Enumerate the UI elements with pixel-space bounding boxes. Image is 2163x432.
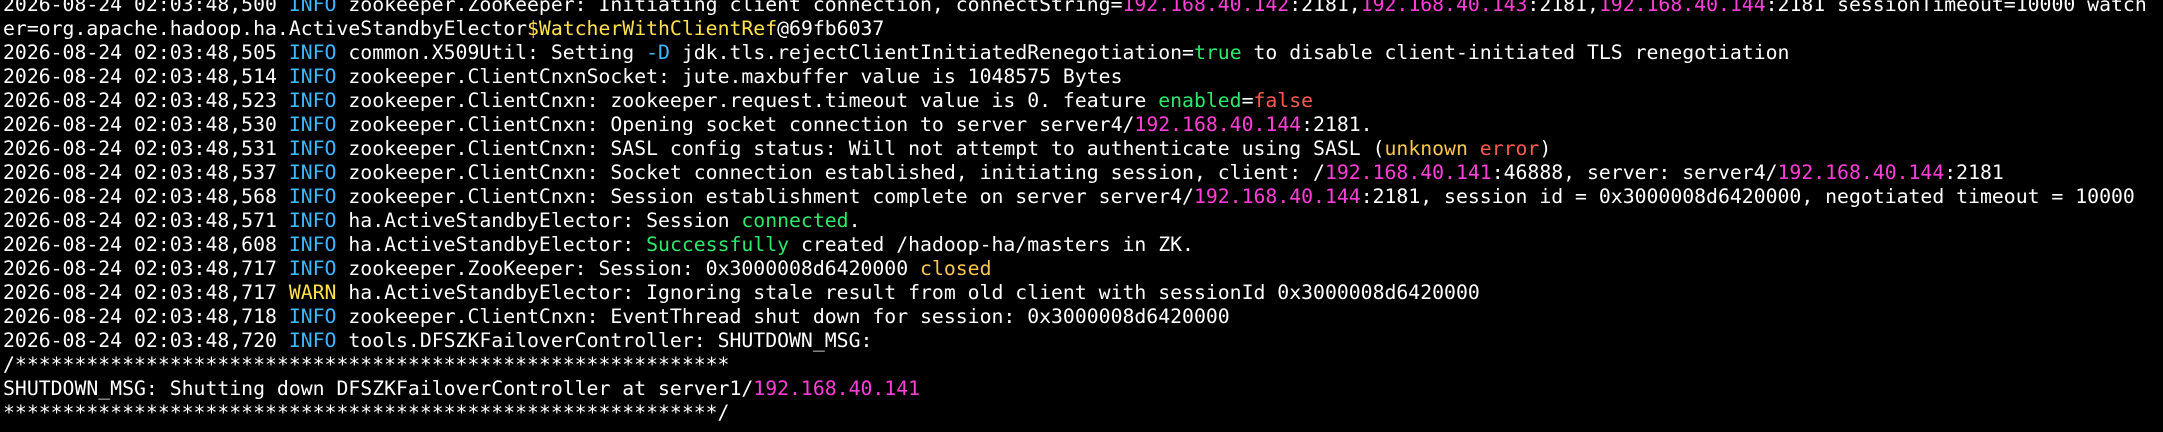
log-line: 2026-08-24 02:03:48,571 INFO ha.ActiveSt… (3, 209, 2163, 233)
log-segment: zookeeper.ClientCnxn: SASL config status… (336, 137, 1385, 160)
log-segment: 192.168.40.144 (1777, 161, 1945, 184)
log-segment: zookeeper.ClientCnxn: Socket connection … (336, 161, 1325, 184)
log-segment: ha.ActiveStandbyElector: Ignoring stale … (336, 281, 1480, 304)
log-segment: . (848, 209, 861, 232)
log-segment: 2026-08-24 02:03:48,571 (3, 209, 289, 232)
log-line: 2026-08-24 02:03:48,717 INFO zookeeper.Z… (3, 257, 2163, 281)
log-segment: 192.168.40.144 (1193, 185, 1361, 208)
log-segment: jdk.tls.rejectClientInitiatedRenegotiati… (669, 41, 1194, 64)
log-segment: created /hadoop-ha/masters in ZK. (789, 233, 1194, 256)
log-segment: ) (1539, 137, 1552, 160)
log-segment: INFO (288, 137, 337, 160)
log-segment: :2181. (1301, 113, 1373, 136)
log-segment: 192.168.40.144 (1598, 0, 1766, 16)
log-segment: 2026-08-24 02:03:48,505 (3, 41, 289, 64)
log-segment: INFO (288, 113, 337, 136)
log-segment: er=org.apache.hadoop.ha.ActiveStandbyEle… (3, 17, 528, 40)
log-segment: :2181 sessionTimeout=10000 watch (1765, 0, 2147, 16)
log-line: 2026-08-24 02:03:48,718 INFO zookeeper.C… (3, 305, 2163, 329)
log-line: 2026-08-24 02:03:48,530 INFO zookeeper.C… (3, 113, 2163, 137)
log-line: 2026-08-24 02:03:48,514 INFO zookeeper.C… (3, 65, 2163, 89)
log-line: 2026-08-24 02:03:48,523 INFO zookeeper.C… (3, 89, 2163, 113)
log-segment: 2026-08-24 02:03:48,720 (3, 329, 289, 352)
log-segment: INFO (288, 0, 337, 16)
log-line: SHUTDOWN_MSG: Shutting down DFSZKFailove… (3, 377, 2163, 401)
log-segment: 2026-08-24 02:03:48,530 (3, 113, 289, 136)
log-segment: @69fb6037 (777, 17, 885, 40)
log-segment: zookeeper.ZooKeeper: Session: 0x3000008d… (336, 257, 921, 280)
log-segment: ****************************************… (3, 401, 730, 424)
log-segment: INFO (288, 257, 337, 280)
log-segment: zookeeper.ClientCnxn: Session establishm… (336, 185, 1194, 208)
log-segment: :2181 (1944, 161, 2004, 184)
log-segment: INFO (288, 233, 337, 256)
log-segment: = (1241, 89, 1254, 112)
log-segment: -D (646, 41, 670, 64)
log-segment: error (1479, 137, 1540, 160)
log-segment: zookeeper.ClientCnxn: EventThread shut d… (336, 305, 1230, 328)
log-segment: SHUTDOWN_MSG: Shutting down DFSZKFailove… (3, 377, 754, 400)
log-line: ****************************************… (3, 401, 2163, 425)
log-segment: zookeeper.ClientCnxnSocket: jute.maxbuff… (336, 65, 1123, 88)
log-segment: unknown (1384, 137, 1468, 160)
log-segment: INFO (288, 89, 337, 112)
log-line: /***************************************… (3, 353, 2163, 377)
log-segment: :2181, (1527, 0, 1599, 16)
log-line: 2026-08-24 02:03:48,717 WARN ha.ActiveSt… (3, 281, 2163, 305)
log-segment: INFO (288, 305, 337, 328)
log-segment: 2026-08-24 02:03:48,718 (3, 305, 289, 328)
log-segment: INFO (288, 41, 337, 64)
log-segment: closed (920, 257, 992, 280)
log-segment: 2026-08-24 02:03:48,537 (3, 161, 289, 184)
log-segment: zookeeper.ZooKeeper: Initiating client c… (336, 0, 1123, 16)
log-segment: INFO (288, 65, 337, 88)
log-segment: :2181, (1289, 0, 1361, 16)
log-segment: ha.ActiveStandbyElector: Session (336, 209, 742, 232)
log-segment: 2026-08-24 02:03:48,568 (3, 185, 289, 208)
log-segment: tools.DFSZKFailoverController: SHUTDOWN_… (336, 329, 873, 352)
log-segment: 192.168.40.141 (1324, 161, 1492, 184)
log-segment: 192.168.40.144 (1134, 113, 1302, 136)
log-segment: 192.168.40.141 (753, 377, 921, 400)
log-line: 2026-08-24 02:03:48,608 INFO ha.ActiveSt… (3, 233, 2163, 257)
log-line: 2026-08-24 02:03:48,568 INFO zookeeper.C… (3, 185, 2163, 209)
log-segment: 2026-08-24 02:03:48,608 (3, 233, 289, 256)
log-line: 2026-08-24 02:03:48,720 INFO tools.DFSZK… (3, 329, 2163, 353)
log-segment: zookeeper.ClientCnxn: Opening socket con… (336, 113, 1135, 136)
log-segment: INFO (288, 329, 337, 352)
log-segment: :2181, session id = 0x3000008d6420000, n… (1360, 185, 2135, 208)
log-line: 2026-08-24 02:03:48,500 INFO zookeeper.Z… (3, 0, 2163, 17)
log-line: 2026-08-24 02:03:48,505 INFO common.X509… (3, 41, 2163, 65)
log-segment: zookeeper.ClientCnxn: zookeeper.request.… (336, 89, 1159, 112)
log-segment: 192.168.40.142 (1122, 0, 1290, 16)
log-segment: 2026-08-24 02:03:48,523 (3, 89, 289, 112)
terminal-output[interactable]: 2026-08-24 02:03:48,500 INFO zookeeper.Z… (0, 0, 2163, 425)
log-segment: INFO (288, 185, 337, 208)
log-segment: :46888, server: server4/ (1491, 161, 1778, 184)
log-segment: WARN (288, 281, 337, 304)
log-segment: 2026-08-24 02:03:48,717 (3, 281, 289, 304)
log-line: 2026-08-24 02:03:48,531 INFO zookeeper.C… (3, 137, 2163, 161)
log-line: er=org.apache.hadoop.ha.ActiveStandbyEle… (3, 17, 2163, 41)
log-line: 2026-08-24 02:03:48,537 INFO zookeeper.C… (3, 161, 2163, 185)
log-segment: true (1193, 41, 1242, 64)
log-segment: to disable client-initiated TLS renegoti… (1241, 41, 1790, 64)
log-segment: /***************************************… (3, 353, 730, 376)
log-segment: false (1253, 89, 1314, 112)
log-segment: $WatcherWithClientRef (527, 17, 778, 40)
log-segment: 2026-08-24 02:03:48,531 (3, 137, 289, 160)
log-segment: ha.ActiveStandbyElector: (336, 233, 647, 256)
log-segment (1468, 137, 1480, 160)
log-segment: 2026-08-24 02:03:48,514 (3, 65, 289, 88)
log-segment: 2026-08-24 02:03:48,500 (3, 0, 289, 16)
log-segment: connected (741, 209, 849, 232)
log-segment: common.X509Util: Setting (336, 41, 647, 64)
log-segment: INFO (288, 161, 337, 184)
log-segment: enabled (1158, 89, 1242, 112)
log-segment: 2026-08-24 02:03:48,717 (3, 257, 289, 280)
log-segment: Successfully (646, 233, 790, 256)
log-segment: 192.168.40.143 (1360, 0, 1528, 16)
log-segment: INFO (288, 209, 337, 232)
